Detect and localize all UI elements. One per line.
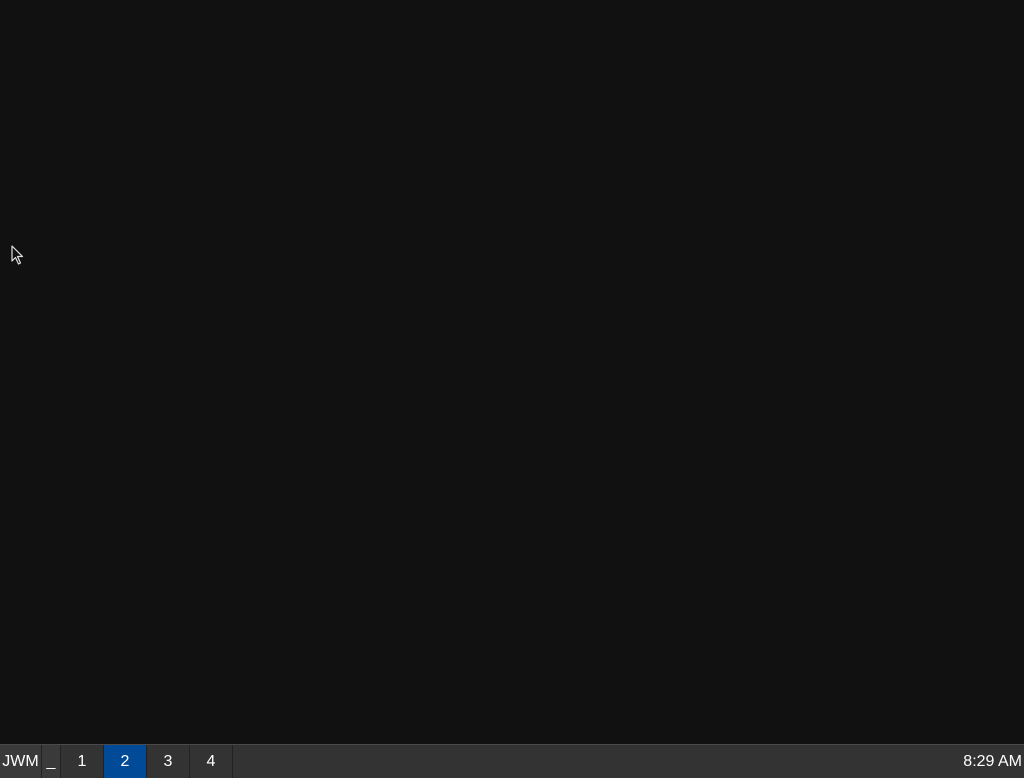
pager-desktop-1[interactable]: 1: [61, 745, 104, 778]
task-list-area: [233, 745, 958, 778]
pager-desktop-4[interactable]: 4: [190, 745, 233, 778]
desktop-background[interactable]: [0, 0, 1024, 744]
root-menu-button[interactable]: JWM: [0, 745, 42, 778]
pager-desktop-2[interactable]: 2: [104, 745, 147, 778]
clock[interactable]: 8:29 AM: [958, 745, 1024, 778]
mouse-pointer-icon: [11, 245, 24, 265]
taskbar: JWM _ 1 2 3 4 8:29 AM: [0, 744, 1024, 778]
desktop-pager: 1 2 3 4: [61, 745, 233, 778]
show-desktop-button[interactable]: _: [42, 745, 61, 778]
pager-desktop-3[interactable]: 3: [147, 745, 190, 778]
